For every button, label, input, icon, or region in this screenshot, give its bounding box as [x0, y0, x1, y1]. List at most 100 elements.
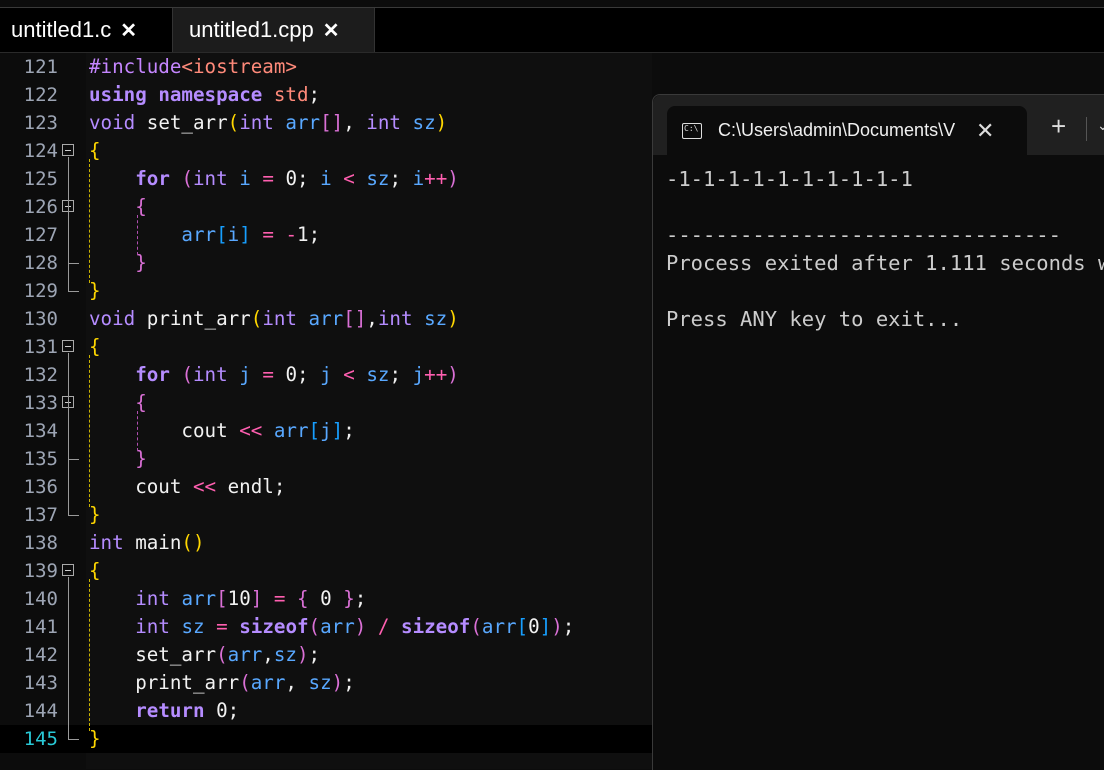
line-number: 131 [23, 336, 58, 358]
code-editor[interactable]: 121 #include<iostream> 122 using namespace … [0, 53, 652, 769]
code-text: } [135, 251, 147, 274]
line-number: 144 [23, 700, 58, 722]
code-text: using namespace std; [89, 83, 321, 106]
terminal-line: Process exited after 1.111 seconds with … [666, 251, 1104, 275]
fold-guide [68, 577, 69, 739]
code-text: int arr[10] = { 0 }; [135, 587, 367, 610]
code-line[interactable]: 131 { [0, 333, 652, 361]
line-number: 139 [23, 560, 58, 582]
close-icon[interactable]: ✕ [120, 18, 137, 43]
code-text: void print_arr(int arr[],int sz) [89, 307, 459, 330]
line-number: 145 [23, 728, 58, 750]
terminal-window: C:\Users\admin\Documents\V ✕ + ⌄ -1-1-1-… [652, 94, 1104, 770]
line-number: 127 [23, 224, 58, 246]
code-line[interactable]: 140 int arr[10] = { 0 }; [0, 585, 652, 613]
code-text: return 0; [135, 699, 240, 722]
terminal-output[interactable]: -1-1-1-1-1-1-1-1-1-1 -------------------… [666, 165, 1104, 333]
line-number: 136 [23, 476, 58, 498]
fold-end-marker [68, 277, 79, 292]
line-number: 123 [23, 112, 58, 134]
code-text: arr[i] = -1; [181, 223, 321, 246]
window-top-edge [0, 0, 1104, 8]
indent-guide [137, 215, 138, 255]
code-text: int main() [89, 531, 205, 554]
fold-toggle-icon[interactable] [62, 144, 74, 156]
line-number: 135 [23, 448, 58, 470]
line-number: 130 [23, 308, 58, 330]
line-number: 128 [23, 252, 58, 274]
code-line[interactable]: 142 set_arr(arr,sz); [0, 641, 652, 669]
code-line[interactable]: 138 int main() [0, 529, 652, 557]
chevron-down-icon[interactable]: ⌄ [1097, 117, 1104, 134]
line-number: 122 [23, 84, 58, 106]
fold-end-marker [68, 725, 79, 740]
fold-end-marker [68, 249, 79, 264]
fold-guide [68, 353, 69, 515]
fold-toggle-icon[interactable] [62, 564, 74, 576]
indent-guide [89, 355, 90, 507]
terminal-tab[interactable]: C:\Users\admin\Documents\V ✕ [667, 106, 1027, 155]
code-text: { [89, 335, 101, 358]
code-text: { [89, 139, 101, 162]
line-number: 138 [23, 532, 58, 554]
code-line[interactable]: 123 void set_arr(int arr[], int sz) [0, 109, 652, 137]
terminal-line: Press ANY key to exit... [666, 307, 963, 331]
code-line[interactable]: 136 cout << endl; [0, 473, 652, 501]
code-line[interactable]: 145} [0, 725, 652, 753]
line-number: 143 [23, 672, 58, 694]
code-line[interactable]: 134 cout << arr[j]; [0, 417, 652, 445]
fold-toggle-icon[interactable] [62, 340, 74, 352]
new-tab-button[interactable]: + [1051, 111, 1066, 142]
line-number: 132 [23, 364, 58, 386]
code-line[interactable]: 122 using namespace std; [0, 81, 652, 109]
code-line[interactable]: 137} [0, 501, 652, 529]
code-line[interactable]: 128 } [0, 249, 652, 277]
terminal-title: C:\Users\admin\Documents\V [718, 120, 956, 140]
code-text: for (int i = 0; i < sz; i++) [135, 167, 459, 190]
code-text: } [89, 279, 101, 302]
close-icon[interactable]: ✕ [323, 18, 340, 43]
code-text: set_arr(arr,sz); [89, 643, 321, 666]
code-line[interactable]: 124 { [0, 137, 652, 165]
fold-end-marker [68, 445, 79, 460]
line-number: 129 [23, 280, 58, 302]
code-line[interactable]: 126 { [0, 193, 652, 221]
code-line[interactable]: 132 for (int j = 0; j < sz; j++) [0, 361, 652, 389]
code-text: } [89, 503, 101, 526]
line-number: 134 [23, 420, 58, 442]
code-line[interactable]: 121 #include<iostream> [0, 53, 652, 81]
code-text: } [89, 727, 101, 750]
code-line[interactable]: 144 return 0; [0, 697, 652, 725]
line-number: 124 [23, 140, 58, 162]
line-number: 125 [23, 168, 58, 190]
code-text: int sz = sizeof(arr) / sizeof(arr[0]); [135, 615, 575, 638]
code-line[interactable]: 125 for (int i = 0; i < sz; i++) [0, 165, 652, 193]
indent-guide [89, 159, 90, 283]
line-number: 121 [23, 56, 58, 78]
code-line[interactable]: 143 print_arr(arr, sz); [0, 669, 652, 697]
line-number: 126 [23, 196, 58, 218]
code-line[interactable]: 141 int sz = sizeof(arr) / sizeof(arr[0]… [0, 613, 652, 641]
fold-end-marker [68, 501, 79, 516]
code-line[interactable]: 130 void print_arr(int arr[],int sz) [0, 305, 652, 333]
titlebar-divider [1086, 117, 1087, 141]
line-number: 133 [23, 392, 58, 414]
command-prompt-icon [682, 122, 702, 139]
tab-label: untitled1.cpp [189, 17, 314, 42]
code-line[interactable]: 135 } [0, 445, 652, 473]
code-line[interactable]: 127 arr[i] = -1; [0, 221, 652, 249]
tab-untitled1-cpp[interactable]: untitled1.cpp ✕ [172, 8, 375, 52]
code-text: for (int j = 0; j < sz; j++) [135, 363, 459, 386]
tab-untitled1-c[interactable]: untitled1.c ✕ [0, 8, 170, 52]
code-text: #include<iostream> [89, 55, 297, 78]
code-text: { [89, 559, 101, 582]
close-icon[interactable]: ✕ [976, 118, 994, 144]
code-text: { [135, 195, 147, 218]
terminal-line: -1-1-1-1-1-1-1-1-1-1 [666, 167, 913, 191]
indent-guide [137, 411, 138, 451]
code-line[interactable]: 133 { [0, 389, 652, 417]
code-line[interactable]: 139 { [0, 557, 652, 585]
code-line[interactable]: 129} [0, 277, 652, 305]
